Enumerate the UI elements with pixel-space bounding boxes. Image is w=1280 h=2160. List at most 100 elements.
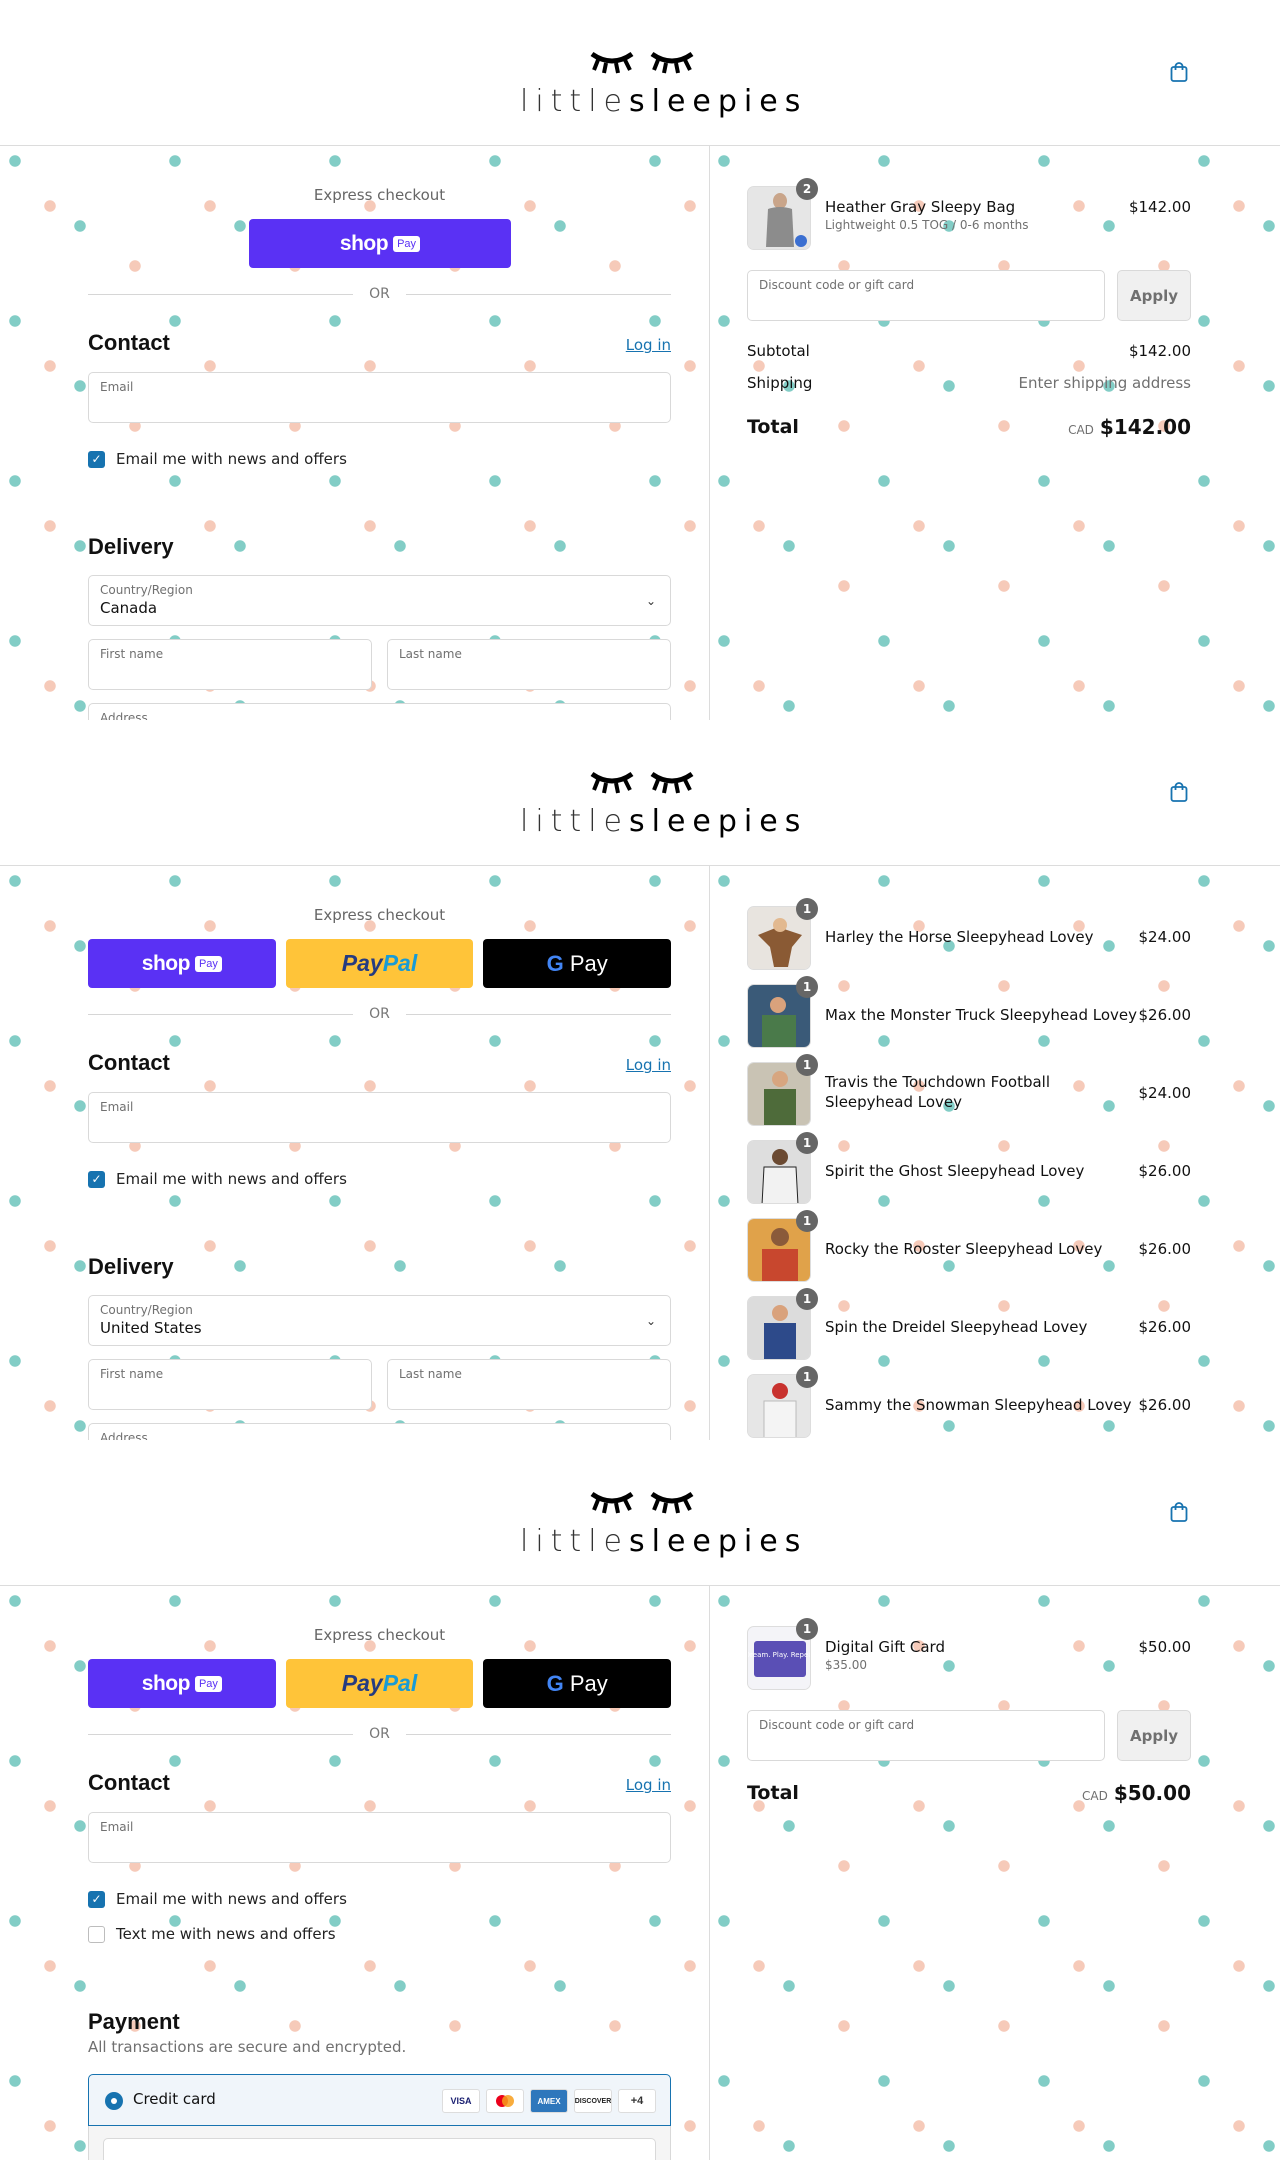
cart-item: 1 Harley the Horse Sleepyhead Lovey $24.… <box>747 898 1192 972</box>
brand-logo[interactable]: littlesleepies <box>520 1488 808 1560</box>
quantity-badge: 1 <box>796 1210 818 1232</box>
brand-wordmark: littlesleepies <box>520 804 808 839</box>
log-in-link[interactable]: Log in <box>626 336 671 354</box>
paypal-button[interactable]: PayPal <box>285 939 474 988</box>
cart-item: 1 Travis the Touchdown Football Sleepyhe… <box>747 1054 1192 1128</box>
total-value: CAD $142.00 <box>1068 415 1191 439</box>
subtotal-label: Subtotal <box>747 342 810 360</box>
shop-pay-button[interactable]: shop Pay <box>88 1659 276 1708</box>
country-select[interactable]: Country/Region United States ⌄ <box>88 1295 671 1346</box>
email-news-checkbox[interactable]: ✓ Email me with news and offers <box>88 1890 347 1908</box>
discount-code-input[interactable]: Discount code or gift card <box>747 270 1105 321</box>
cart-item: 1 Spin the Dreidel Sleepyhead Lovey $26.… <box>747 1288 1192 1362</box>
country-select[interactable]: Country/Region Canada ⌄ <box>88 575 671 626</box>
item-price: $26.00 <box>1138 1318 1192 1336</box>
card-details-area <box>88 2126 671 2160</box>
email-field[interactable]: Email <box>88 1092 671 1143</box>
apply-button[interactable]: Apply <box>1117 270 1191 321</box>
brand-logo[interactable]: littlesleepies <box>520 48 808 120</box>
payment-heading: Payment <box>88 2009 180 2034</box>
more-cards-badge: +4 <box>618 2089 656 2113</box>
or-divider: OR <box>88 1724 671 1744</box>
site-header: littlesleepies <box>0 0 1280 146</box>
item-name: Travis the Touchdown Football Sleepyhead… <box>825 1073 1050 1111</box>
item-name: Spirit the Ghost Sleepyhead Lovey <box>825 1162 1085 1180</box>
brand-wordmark: littlesleepies <box>520 1524 808 1559</box>
log-in-link[interactable]: Log in <box>626 1776 671 1794</box>
shop-pay-button[interactable]: shop Pay <box>249 219 511 268</box>
contact-heading: Contact <box>88 1770 170 1795</box>
google-pay-button[interactable]: G Pay <box>483 939 672 988</box>
last-name-field[interactable]: Last name <box>387 1359 671 1410</box>
quantity-badge: 1 <box>796 1132 818 1154</box>
or-divider: OR <box>88 1004 671 1024</box>
item-name: Heather Gray Sleepy Bag <box>825 198 1016 216</box>
checkmark-icon: ✓ <box>88 1890 105 1908</box>
email-field[interactable]: Email <box>88 1812 671 1863</box>
site-header: littlesleepies <box>0 1440 1280 1586</box>
log-in-link[interactable]: Log in <box>626 1056 671 1074</box>
item-name: Digital Gift Card <box>825 1638 945 1656</box>
item-name: Rocky the Rooster Sleepyhead Lovey <box>825 1240 1103 1258</box>
item-price: $26.00 <box>1138 1162 1192 1180</box>
item-name: Max the Monster Truck Sleepyhead Lovey <box>825 1006 1137 1024</box>
google-pay-button[interactable]: G Pay <box>483 1659 672 1708</box>
checkmark-icon: ✓ <box>88 1170 105 1188</box>
first-name-field[interactable]: First name <box>88 639 372 690</box>
address-field[interactable]: Address <box>88 1423 671 1440</box>
discover-icon: DISCOVER <box>574 2089 612 2113</box>
checkout-panel-1: littlesleepies Express checkout shop Pay … <box>0 0 1280 720</box>
address-field[interactable]: Address <box>88 703 671 720</box>
brand-wordmark: littlesleepies <box>520 84 808 119</box>
contact-heading: Contact <box>88 330 170 355</box>
discount-code-input[interactable]: Discount code or gift card <box>747 1710 1105 1761</box>
item-name: Harley the Horse Sleepyhead Lovey <box>825 928 1094 946</box>
quantity-badge: 2 <box>796 178 818 200</box>
quantity-badge: 1 <box>796 1618 818 1640</box>
item-variant: Lightweight 0.5 TOG / 0-6 months <box>825 218 1029 232</box>
quantity-badge: 1 <box>796 976 818 998</box>
item-price: $24.00 <box>1138 1084 1192 1102</box>
card-brand-icons: VISA AMEX DISCOVER +4 <box>442 2089 656 2113</box>
brand-logo[interactable]: littlesleepies <box>520 768 808 840</box>
email-field[interactable]: Email <box>88 372 671 423</box>
column-divider <box>709 1586 710 2160</box>
sleepy-eyes-logo-icon <box>590 771 694 794</box>
item-price: $24.00 <box>1138 928 1192 946</box>
shopping-bag-icon[interactable] <box>1170 62 1188 82</box>
google-icon: G <box>546 1670 564 1696</box>
total-label: Total <box>747 1782 799 1804</box>
subtotal-value: $142.00 <box>1128 342 1191 360</box>
express-checkout-title: Express checkout <box>313 1626 446 1644</box>
paypal-button[interactable]: PayPal <box>285 1659 474 1708</box>
shopping-bag-icon[interactable] <box>1170 1502 1188 1522</box>
email-news-checkbox[interactable]: ✓ Email me with news and offers <box>88 450 347 468</box>
amex-icon: AMEX <box>530 2089 568 2113</box>
checkout-panel-3: littlesleepies Express checkout shop Pay … <box>0 1440 1280 2160</box>
credit-card-option[interactable]: Credit card VISA AMEX DISCOVER +4 <box>88 2074 671 2126</box>
cart-item: 1 Sammy the Snowman Sleepyhead Lovey $26… <box>747 1366 1191 1440</box>
chevron-down-icon: ⌄ <box>645 1314 656 1328</box>
radio-selected-icon <box>105 2092 123 2110</box>
text-news-checkbox[interactable]: Text me with news and offers <box>88 1925 336 1943</box>
total-label: Total <box>747 416 799 438</box>
chevron-down-icon: ⌄ <box>645 594 656 608</box>
last-name-field[interactable]: Last name <box>387 639 671 690</box>
email-news-checkbox[interactable]: ✓ Email me with news and offers <box>88 1170 347 1188</box>
column-divider <box>709 866 710 1440</box>
shopping-bag-icon[interactable] <box>1170 782 1188 802</box>
sleepy-eyes-logo-icon <box>590 1491 694 1514</box>
or-divider: OR <box>88 284 671 304</box>
first-name-field[interactable]: First name <box>88 1359 372 1410</box>
item-price: $26.00 <box>1138 1240 1192 1258</box>
quantity-badge: 1 <box>796 1366 818 1388</box>
apply-button[interactable]: Apply <box>1117 1710 1191 1761</box>
total-value: CAD $50.00 <box>1081 1781 1191 1805</box>
item-price: $26.00 <box>1138 1006 1192 1024</box>
express-payment-buttons: shop Pay PayPal G Pay <box>88 939 672 988</box>
card-number-field[interactable] <box>103 2138 656 2160</box>
item-name: Spin the Dreidel Sleepyhead Lovey <box>825 1318 1088 1336</box>
shop-pay-button[interactable]: shop Pay <box>88 939 276 988</box>
item-variant: $35.00 <box>825 1658 867 1672</box>
quantity-badge: 1 <box>796 1054 818 1076</box>
